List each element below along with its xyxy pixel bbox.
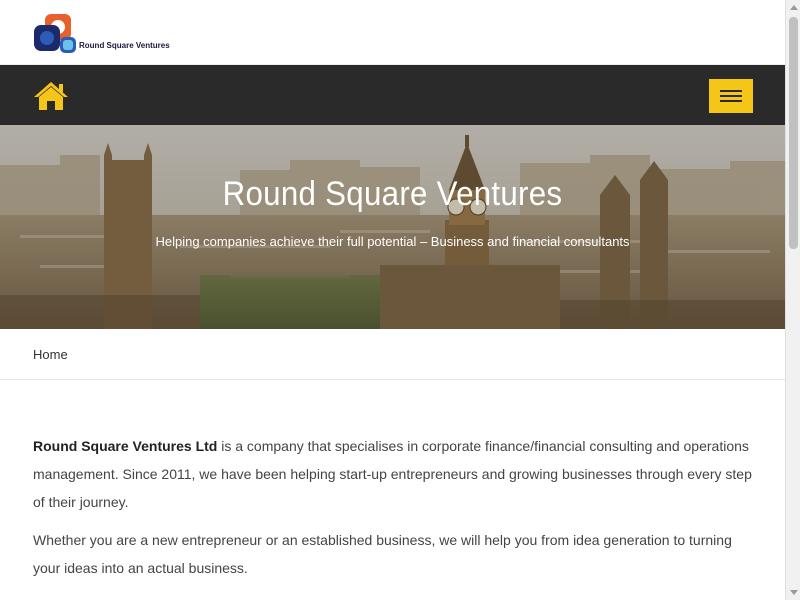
home-icon[interactable] bbox=[33, 81, 69, 111]
intro-paragraph: Round Square Ventures Ltd is a company t… bbox=[33, 432, 752, 516]
hamburger-line bbox=[720, 90, 742, 92]
hero-subtitle: Helping companies achieve their full pot… bbox=[155, 234, 630, 249]
hamburger-line bbox=[720, 95, 742, 97]
main-content: Round Square Ventures Ltd is a company t… bbox=[0, 380, 785, 600]
breadcrumb: Home bbox=[0, 329, 785, 380]
main-navbar bbox=[0, 65, 785, 125]
site-header: Round Square Ventures bbox=[0, 0, 785, 65]
breadcrumb-current: Home bbox=[33, 347, 68, 362]
site-logo[interactable]: Round Square Ventures bbox=[33, 13, 173, 55]
hero-banner: Round Square Ventures Helping companies … bbox=[0, 125, 785, 329]
london-skyline-image bbox=[0, 125, 785, 329]
company-name: Round Square Ventures Ltd bbox=[33, 438, 218, 454]
scroll-down-button[interactable] bbox=[786, 585, 800, 600]
chevron-up-icon bbox=[789, 5, 798, 10]
paragraph-2: Whether you are a new entrepreneur or an… bbox=[33, 532, 732, 576]
hamburger-menu-button[interactable] bbox=[709, 79, 753, 113]
hero-title: Round Square Ventures bbox=[222, 175, 563, 213]
scroll-up-button[interactable] bbox=[786, 0, 800, 15]
paragraph-3: We have created a range of proven servic… bbox=[33, 592, 752, 600]
vertical-scrollbar[interactable] bbox=[785, 0, 800, 600]
logo-text: Round Square Ventures bbox=[79, 41, 170, 50]
page: Round Square Ventures Round Square Ventu… bbox=[0, 0, 785, 600]
chevron-down-icon bbox=[789, 590, 798, 595]
scrollbar-thumb[interactable] bbox=[789, 17, 798, 249]
hamburger-line bbox=[720, 100, 742, 102]
